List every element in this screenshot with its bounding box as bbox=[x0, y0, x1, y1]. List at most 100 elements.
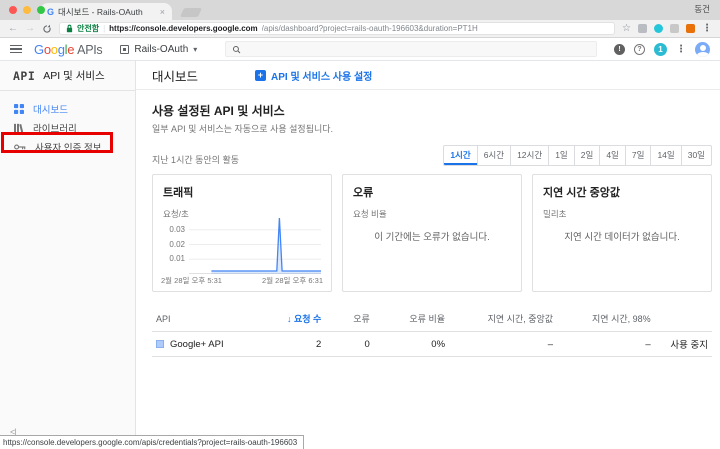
time-range-14d[interactable]: 14일 bbox=[650, 146, 680, 165]
latency-98-cell: – bbox=[557, 331, 655, 357]
col-header-error-rate[interactable]: 오류 비율 bbox=[373, 306, 450, 332]
api-color-swatch bbox=[156, 339, 164, 348]
hamburger-menu-icon[interactable] bbox=[10, 44, 22, 54]
table-row[interactable]: Google+ API 2 0 0% – – 사용 중지 bbox=[152, 331, 712, 357]
main-panel: 대시보드 + API 및 서비스 사용 설정 사용 설정된 API 및 서비스 … bbox=[136, 61, 720, 449]
metric-cards: 트래픽 요청/초 2월 28일 오후 5:31 2월 28일 오후 6:31 0… bbox=[152, 174, 712, 292]
activity-label: 지난 1시간 동안의 활동 bbox=[152, 155, 240, 165]
favicon-google-g: G bbox=[47, 6, 55, 17]
back-icon[interactable]: ← bbox=[8, 23, 18, 34]
x-axis-end-label: 2월 28일 오후 6:31 bbox=[262, 276, 323, 285]
col-header-errors[interactable]: 오류 bbox=[325, 306, 374, 332]
latency-card-title: 지연 시간 중앙값 bbox=[543, 187, 620, 199]
sidebar-title: API 및 서비스 bbox=[43, 70, 105, 82]
page-title: 대시보드 bbox=[152, 69, 199, 84]
extension-icon-4[interactable] bbox=[686, 24, 695, 33]
browser-menu-icon[interactable]: ⋮ bbox=[702, 23, 712, 34]
browser-url-toolbar: ← → 안전함 | https://console.developers.goo… bbox=[0, 20, 720, 38]
notifications-badge[interactable]: 1 bbox=[654, 42, 667, 56]
address-bar[interactable]: 안전함 | https://console.developers.google.… bbox=[59, 22, 616, 35]
extension-icon-3[interactable] bbox=[670, 24, 679, 33]
window-zoom-button[interactable] bbox=[37, 6, 45, 14]
api-name-cell[interactable]: Google+ API bbox=[152, 331, 228, 357]
header-icons: ! ? 1 ⋮ bbox=[614, 41, 710, 57]
plus-icon: + bbox=[255, 69, 266, 81]
time-range-6h[interactable]: 6시간 bbox=[476, 146, 510, 165]
app-header: Google APIs Rails-OAuth ▾ ! ? 1 ⋮ bbox=[0, 38, 720, 61]
enable-apis-button[interactable]: + API 및 서비스 사용 설정 bbox=[255, 68, 372, 83]
forward-icon[interactable]: → bbox=[25, 23, 35, 34]
url-path: /apis/dashboard?project=rails-oauth-1966… bbox=[261, 24, 478, 33]
search-icon bbox=[232, 45, 241, 54]
errors-card-title: 오류 bbox=[353, 187, 374, 199]
project-selector[interactable]: Rails-OAuth ▾ bbox=[120, 44, 197, 55]
feedback-icon[interactable]: ! bbox=[614, 43, 625, 55]
url-host: https://console.developers.google.com bbox=[109, 24, 258, 33]
errors-cell: 0 bbox=[325, 331, 374, 357]
time-range-2d[interactable]: 2일 bbox=[573, 146, 600, 165]
y-axis-tick-label: 0.02 bbox=[169, 239, 185, 249]
y-axis-tick-label: 0.03 bbox=[169, 224, 185, 234]
help-icon[interactable]: ? bbox=[634, 43, 645, 55]
extension-icon-1[interactable] bbox=[638, 24, 647, 33]
requests-cell: 2 bbox=[227, 331, 326, 357]
annotation-red-box bbox=[1, 132, 113, 153]
y-axis-tick-label: 0.01 bbox=[169, 254, 185, 264]
extension-icon-2[interactable] bbox=[654, 24, 663, 33]
errors-card[interactable]: 오류 요청 비율 이 기간에는 오류가 없습니다. bbox=[342, 174, 522, 292]
time-range-group: 1시간 6시간 12시간 1일 2일 4일 7일 14일 30일 bbox=[443, 145, 712, 166]
col-header-latency-median[interactable]: 지연 시간, 중앙값 bbox=[449, 306, 558, 332]
api-logo: API bbox=[13, 68, 36, 83]
error-rate-cell: 0% bbox=[373, 331, 450, 357]
section-title: 사용 설정된 API 및 서비스 bbox=[152, 104, 285, 118]
time-range-1h[interactable]: 1시간 bbox=[444, 146, 476, 165]
new-tab-button[interactable] bbox=[179, 8, 203, 17]
disable-api-button[interactable]: 사용 중지 bbox=[654, 331, 712, 357]
status-url: https://console.developers.google.com/ap… bbox=[3, 438, 298, 447]
security-label: 안전함 bbox=[77, 24, 100, 33]
project-name: Rails-OAuth bbox=[134, 43, 189, 55]
col-header-requests[interactable]: ↓ 요청 수 bbox=[227, 306, 326, 332]
tab-close-icon[interactable]: × bbox=[160, 7, 165, 17]
browser-tab[interactable]: G 대시보드 - Rails-OAuth × bbox=[40, 3, 172, 20]
errors-unit-label: 요청 비율 bbox=[353, 209, 387, 219]
traffic-card[interactable]: 트래픽 요청/초 2월 28일 오후 5:31 2월 28일 오후 6:31 0… bbox=[152, 174, 332, 292]
window-close-button[interactable] bbox=[9, 6, 17, 14]
browser-tool-icons: ☆ ⋮ bbox=[622, 23, 712, 34]
sidebar-item-dashboard[interactable]: 대시보드 bbox=[0, 99, 135, 118]
google-apis-logo[interactable]: Google APIs bbox=[34, 42, 103, 57]
search-input[interactable] bbox=[246, 44, 591, 54]
bookmark-star-icon[interactable]: ☆ bbox=[622, 23, 631, 34]
status-bar: https://console.developers.google.com/ap… bbox=[0, 435, 305, 449]
traffic-card-title: 트래픽 bbox=[163, 187, 194, 199]
time-range-4d[interactable]: 4일 bbox=[599, 146, 625, 165]
enable-apis-label: API 및 서비스 사용 설정 bbox=[271, 71, 373, 83]
latency-card[interactable]: 지연 시간 중앙값 밀리초 지연 시간 데이터가 없습니다. bbox=[532, 174, 712, 292]
user-avatar[interactable] bbox=[695, 41, 710, 57]
col-header-action bbox=[654, 306, 712, 332]
sidebar: API API 및 서비스 대시보드 라이브러리 사용자 인증 정보 <| bbox=[0, 61, 136, 449]
dashboard-section: 사용 설정된 API 및 서비스 일부 API 및 서비스는 자동으로 사용 설… bbox=[136, 90, 720, 357]
lock-icon bbox=[66, 24, 73, 33]
api-table-header-row: API ↓ 요청 수 오류 오류 비율 지연 시간, 중앙값 지연 시간, 98… bbox=[152, 306, 712, 332]
window-minimize-button[interactable] bbox=[23, 6, 31, 14]
reload-icon[interactable] bbox=[42, 24, 52, 34]
address-separator: | bbox=[103, 24, 106, 33]
search-box[interactable] bbox=[225, 41, 598, 57]
window-controls bbox=[9, 6, 45, 14]
time-range-30d[interactable]: 30일 bbox=[680, 146, 711, 165]
header-more-icon[interactable]: ⋮ bbox=[676, 44, 686, 55]
latency-unit-label: 밀리초 bbox=[543, 209, 567, 219]
library-icon bbox=[14, 123, 24, 132]
time-range-12h[interactable]: 12시간 bbox=[510, 146, 548, 165]
chevron-down-icon: ▾ bbox=[193, 44, 198, 54]
time-range-1d[interactable]: 1일 bbox=[548, 146, 574, 165]
sort-desc-icon: ↓ bbox=[286, 314, 292, 324]
latency-empty-message: 지연 시간 데이터가 없습니다. bbox=[564, 232, 680, 243]
col-header-api[interactable]: API bbox=[152, 306, 228, 332]
time-range-7d[interactable]: 7일 bbox=[624, 146, 651, 165]
col-header-latency-98[interactable]: 지연 시간, 98% bbox=[557, 306, 655, 332]
api-name[interactable]: Google+ API bbox=[170, 339, 224, 350]
latency-median-cell: – bbox=[449, 331, 558, 357]
chrome-profile-name[interactable]: 동건 bbox=[694, 3, 710, 15]
